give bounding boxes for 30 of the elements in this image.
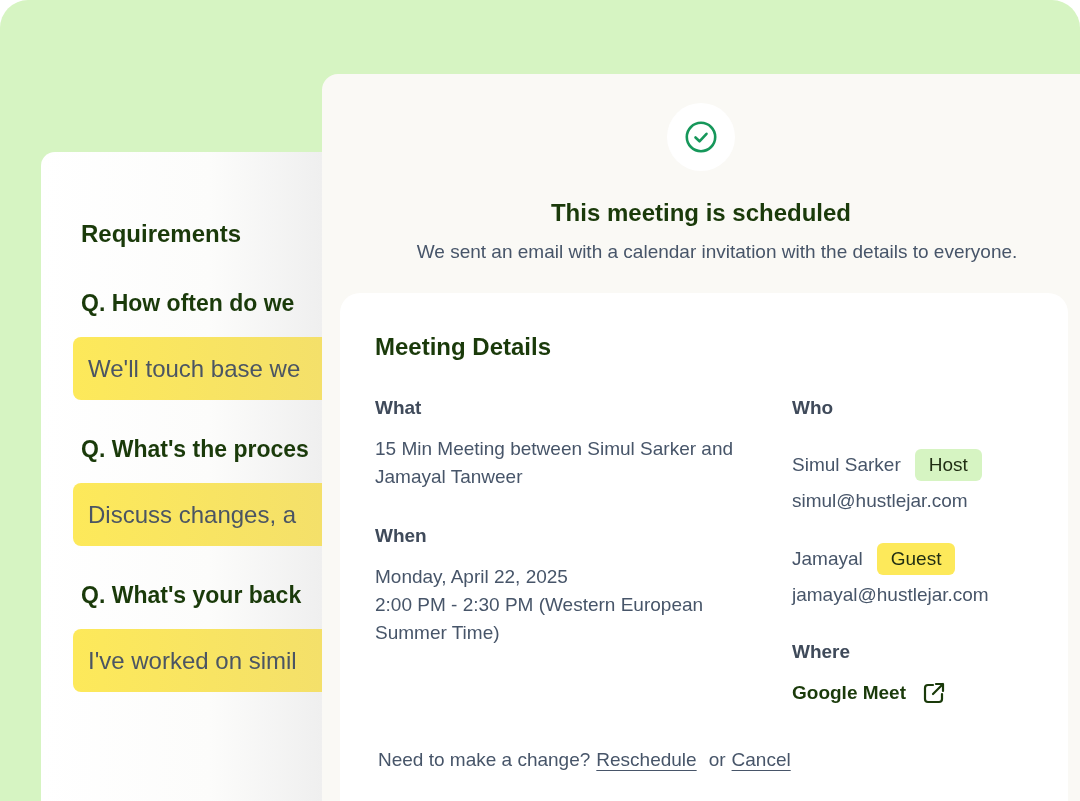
answer-text: I've worked on simil xyxy=(73,629,322,692)
external-link-icon[interactable] xyxy=(922,681,946,705)
section-label: What xyxy=(375,397,423,419)
reschedule-link[interactable]: Reschedule xyxy=(596,749,697,771)
check-circle-icon xyxy=(685,121,717,153)
section-label: Who xyxy=(792,397,835,419)
role-badge: Host xyxy=(914,449,982,481)
person-name: Simul Sarker xyxy=(792,453,901,477)
change-prompt: Need to make a change? xyxy=(378,749,591,771)
meeting-link[interactable]: Google Meet xyxy=(792,682,906,704)
meeting-description: 15 Min Meeting between Simul Sarker and Jamayal Tanweer xyxy=(375,437,735,489)
section-label: Where xyxy=(792,641,852,663)
confirmation-title: This meeting is scheduled xyxy=(550,199,852,227)
question-text: Q. How often do we xyxy=(81,290,296,317)
person-email: jamayal@hustlejar.com xyxy=(792,583,990,607)
card-title: Requirements xyxy=(81,220,243,248)
answer-text: We'll touch base we xyxy=(73,337,322,400)
person-email: simul@hustlejar.com xyxy=(792,489,969,513)
section-label: When xyxy=(375,525,428,547)
person-name: Jamayal xyxy=(792,547,863,571)
answer-text: Discuss changes, a xyxy=(73,483,322,546)
meeting-time: 2:00 PM - 2:30 PM (Western European Summer Time) xyxy=(375,593,705,645)
meeting-date: Monday, April 22, 2025 xyxy=(375,565,569,589)
details-title: Meeting Details xyxy=(375,333,553,361)
question-text: Q. What's the proces xyxy=(81,436,310,463)
question-text: Q. What's your back xyxy=(81,582,303,609)
cancel-link[interactable]: Cancel xyxy=(731,749,791,771)
role-badge: Guest xyxy=(876,543,956,575)
confirmation-subtitle: We sent an email with a calendar invitation with the details to everyone. xyxy=(416,241,1018,263)
or-text: or xyxy=(708,749,726,771)
